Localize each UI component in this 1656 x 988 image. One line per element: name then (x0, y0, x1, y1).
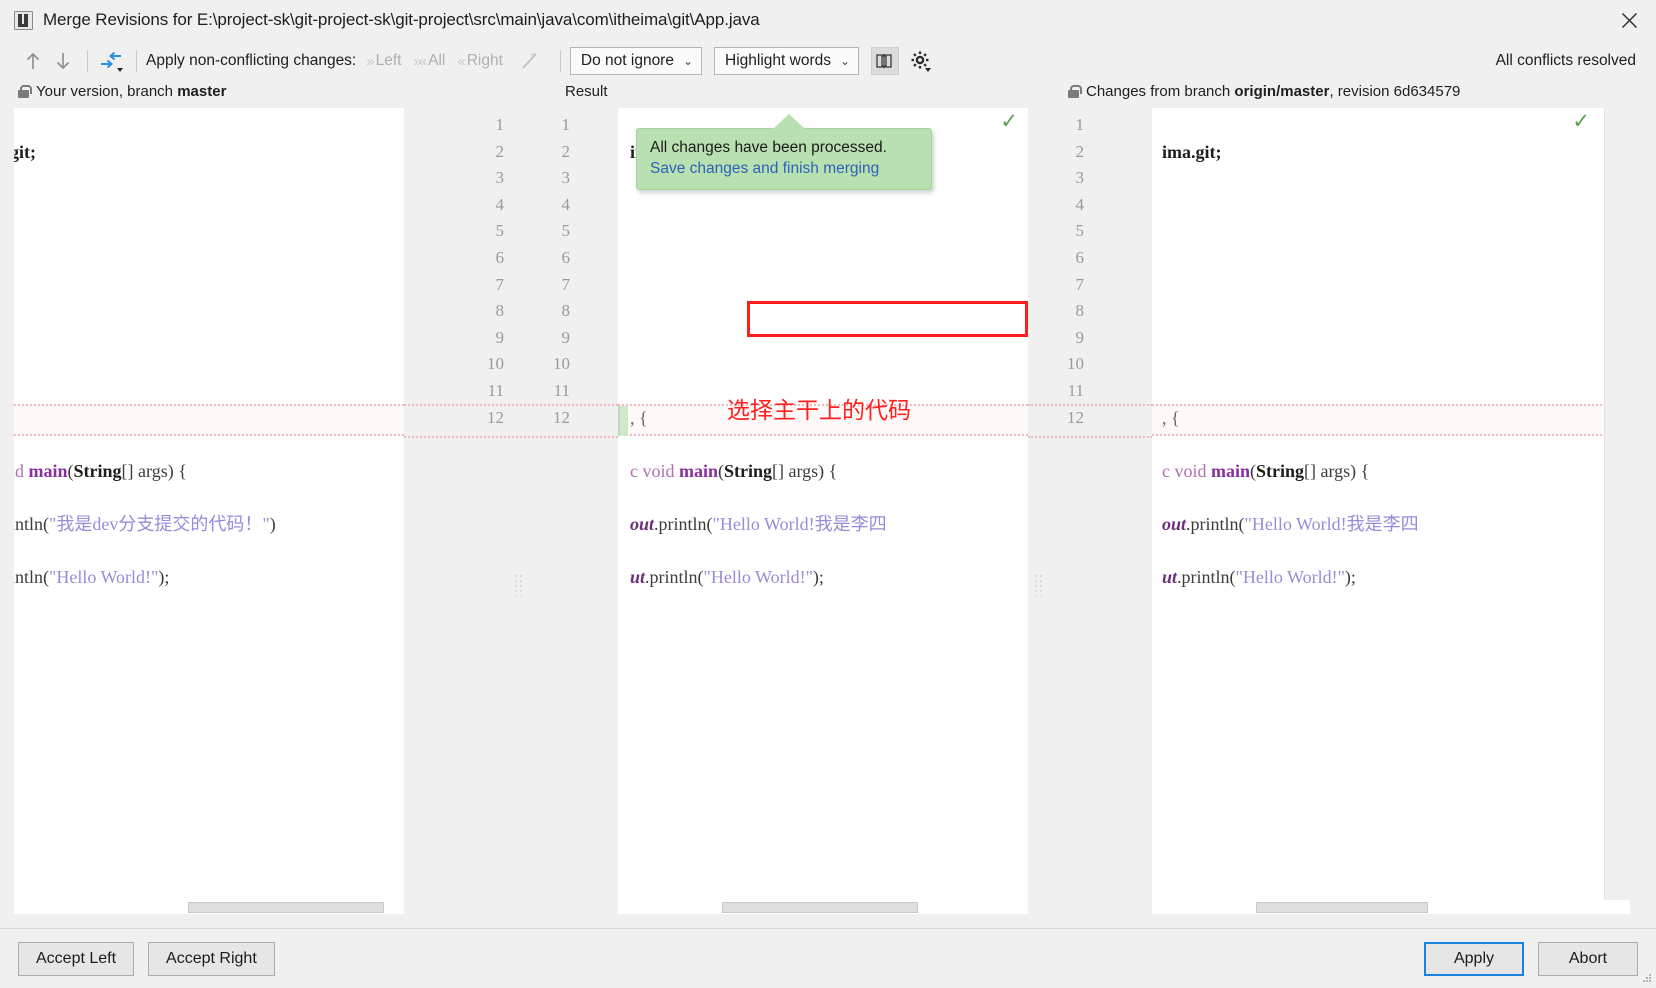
toolbar-divider-3 (560, 50, 561, 72)
merge-toolbar: Apply non-conflicting changes: » Left »«… (0, 40, 1656, 82)
highlight-policy-value: Highlight words (725, 52, 831, 70)
close-icon[interactable] (1616, 7, 1642, 33)
pane-headers: Your version, branch master Result Chang… (0, 82, 1656, 108)
apply-all-action[interactable]: »« All (413, 52, 445, 70)
apply-all-non-conflicting-icon[interactable] (97, 47, 127, 75)
ignore-policy-select[interactable]: Do not ignore ⌄ (570, 47, 702, 75)
collapse-unchanged-icon[interactable] (871, 47, 899, 75)
apply-right-action[interactable]: « Right (457, 52, 503, 70)
chevrons-left-icon: « (457, 53, 462, 70)
toolbar-divider-2 (136, 50, 137, 72)
gutter-drag-handle-b[interactable] (1034, 574, 1043, 596)
chevron-down-icon-2: ⌄ (840, 55, 850, 67)
merge-editor-area: git; id main(String[] args) { intln("我是d… (0, 108, 1656, 928)
ignore-policy-value: Do not ignore (581, 52, 674, 70)
apply-non-conflicting-label: Apply non-conflicting changes: (146, 52, 356, 70)
apply-right-label: Right (467, 52, 503, 70)
dialog-footer: Accept Left Accept Right Apply Abort (0, 928, 1656, 988)
merge-revisions-window: Merge Revisions for E:\project-sk\git-pr… (0, 0, 1656, 988)
lock-icon-2 (1068, 85, 1079, 98)
resolved-check-icon: ✓ (1000, 111, 1018, 132)
accept-right-button[interactable]: Accept Right (148, 942, 275, 976)
conflict-status: All conflicts resolved (1496, 52, 1636, 70)
result-editor-pane[interactable]: ima.git; , { c void main(String[] args) … (618, 108, 1028, 914)
apply-button[interactable]: Apply (1424, 942, 1524, 976)
left-header-prefix: Your version, branch (36, 83, 177, 100)
apply-left-label: Left (376, 52, 402, 70)
lock-icon (18, 85, 29, 98)
left-editor-pane[interactable]: git; id main(String[] args) { intln("我是d… (14, 108, 404, 914)
left-hscrollbar[interactable] (14, 901, 404, 914)
arrow-down-icon[interactable] (48, 47, 78, 75)
arrow-up-icon[interactable] (18, 47, 48, 75)
resolved-check-icon-right: ✓ (1572, 111, 1590, 132)
title-bar: Merge Revisions for E:\project-sk\git-pr… (0, 0, 1656, 40)
right-editor-pane[interactable]: ima.git; , { c void main(String[] args) … (1152, 108, 1630, 914)
apply-left-action[interactable]: » Left (366, 52, 401, 70)
window-title: Merge Revisions for E:\project-sk\git-pr… (43, 10, 760, 30)
chevron-down-icon: ⌄ (683, 55, 693, 67)
merge-window-icon (14, 11, 33, 30)
merge-complete-balloon: All changes have been processed. Save ch… (636, 128, 932, 190)
gear-icon[interactable] (905, 47, 935, 75)
left-header-branch: master (177, 83, 226, 100)
right-header-prefix: Changes from branch (1086, 83, 1234, 100)
left-pane-header: Your version, branch master (18, 83, 226, 100)
magic-wand-icon[interactable] (515, 47, 545, 75)
right-header-branch: origin/master (1234, 83, 1329, 100)
accept-left-button[interactable]: Accept Left (18, 942, 134, 976)
right-header-suffix: , revision 6d634579 (1329, 83, 1460, 100)
balloon-tail (773, 114, 805, 129)
right-hscrollbar[interactable] (1152, 901, 1604, 914)
right-pane-header: Changes from branch origin/master, revis… (1068, 83, 1460, 100)
change-marker (618, 406, 628, 436)
center-header-label: Result (565, 83, 608, 100)
chevrons-right-icon: » (366, 53, 371, 70)
center-hscrollbar[interactable] (618, 901, 1028, 914)
line-numbers-center: 1234 5678 9101112 (520, 112, 570, 431)
center-pane-header: Result (565, 83, 608, 100)
resize-grip-icon[interactable] (1638, 972, 1652, 986)
apply-all-label: All (428, 52, 445, 70)
gutter-drag-handle-a[interactable] (514, 574, 523, 596)
center-code: ima.git; , { c void main(String[] args) … (630, 112, 887, 644)
toolbar-divider (87, 50, 88, 72)
annotation-text: 选择主干上的代码 (727, 391, 911, 425)
right-code: ima.git; , { c void main(String[] args) … (1162, 112, 1419, 644)
right-marker-column[interactable] (1604, 108, 1630, 900)
left-code: git; id main(String[] args) { intln("我是d… (14, 112, 276, 644)
line-numbers-left: 1234 5678 9101112 (404, 112, 504, 431)
balloon-line-1: All changes have been processed. (650, 137, 918, 158)
abort-button[interactable]: Abort (1538, 942, 1638, 976)
line-numbers-right: 1234 5678 9101112 (1044, 112, 1084, 431)
highlight-policy-select[interactable]: Highlight words ⌄ (714, 47, 859, 75)
chevrons-both-icon: »« (413, 53, 424, 70)
save-and-finish-link[interactable]: Save changes and finish merging (650, 158, 918, 179)
